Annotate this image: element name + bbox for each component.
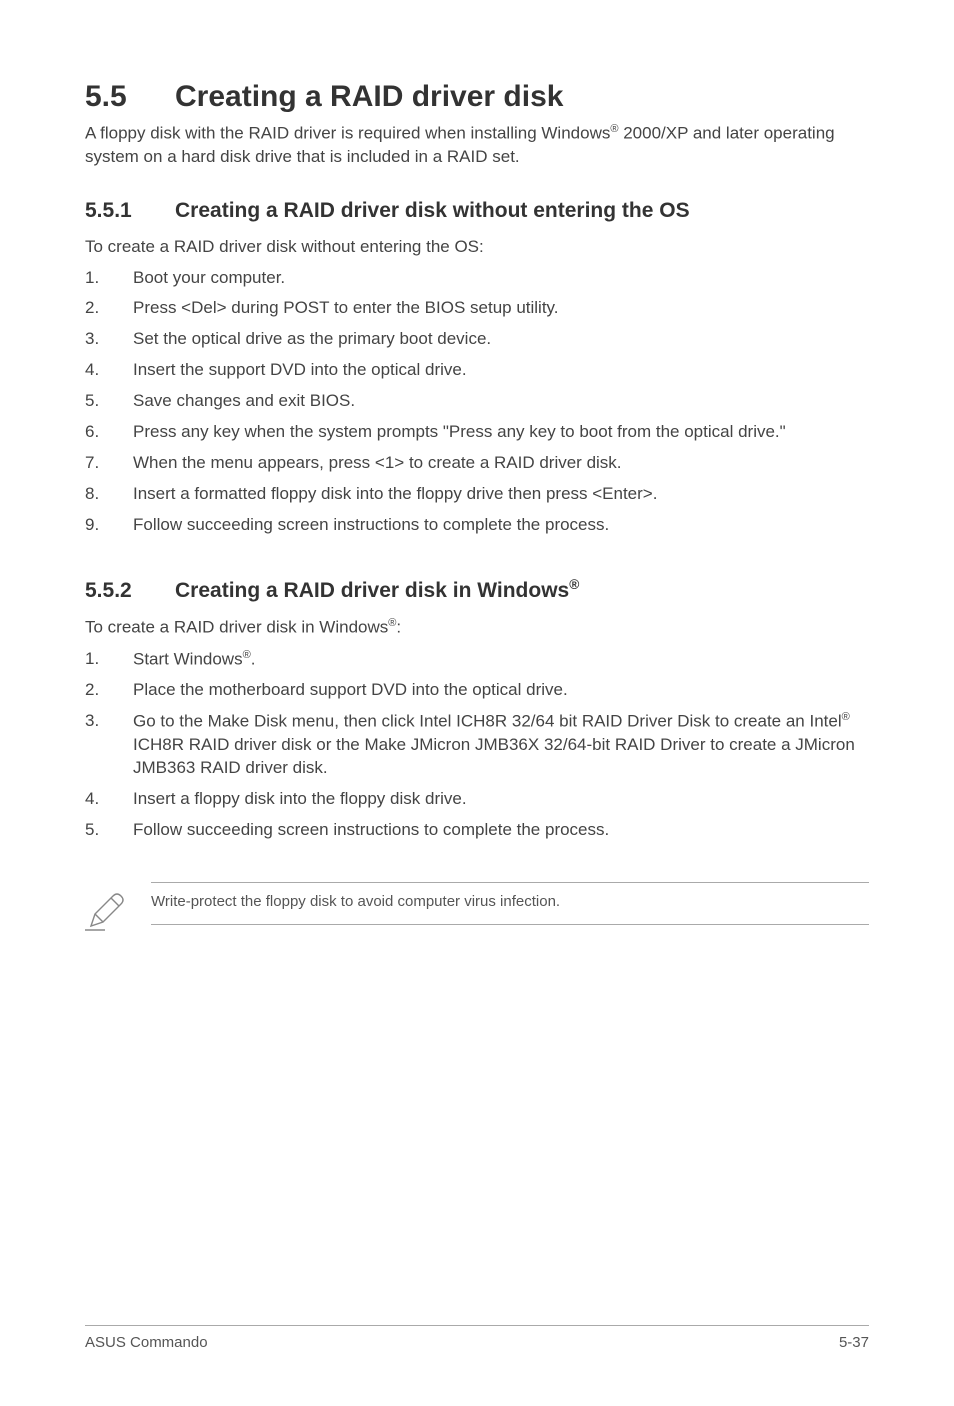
list-item: Press <Del> during POST to enter the BIO… (85, 297, 869, 320)
list-item: Place the motherboard support DVD into t… (85, 679, 869, 702)
subsection-a-steps: Boot your computer. Press <Del> during P… (85, 267, 869, 537)
subsection-a-title: Creating a RAID driver disk without ente… (175, 199, 690, 222)
pencil-icon (85, 882, 129, 937)
list-item: Save changes and exit BIOS. (85, 390, 869, 413)
footer-right: 5-37 (839, 1334, 869, 1351)
list-item: Press any key when the system prompts "P… (85, 421, 869, 444)
page-footer: ASUS Commando 5-37 (85, 1325, 869, 1351)
section-heading: 5.5Creating a RAID driver disk (85, 80, 869, 114)
list-item: When the menu appears, press <1> to crea… (85, 452, 869, 475)
list-item: Insert a floppy disk into the floppy dis… (85, 788, 869, 811)
list-item: Start Windows®. (85, 648, 869, 672)
heading-number: 5.5 (85, 80, 175, 114)
note-text-wrap: Write-protect the floppy disk to avoid c… (151, 882, 869, 925)
list-item: Set the optical drive as the primary boo… (85, 328, 869, 351)
list-item: Follow succeeding screen instructions to… (85, 819, 869, 842)
subsection-b-heading: 5.5.2Creating a RAID driver disk in Wind… (85, 577, 869, 603)
subsection-a-number: 5.5.1 (85, 199, 175, 223)
subsection-a-heading: 5.5.1Creating a RAID driver disk without… (85, 199, 869, 223)
intro-paragraph: A floppy disk with the RAID driver is re… (85, 122, 869, 169)
subsection-b-lead: To create a RAID driver disk in Windows®… (85, 617, 869, 638)
subsection-b-title: Creating a RAID driver disk in Windows® (175, 579, 579, 602)
subsection-b-number: 5.5.2 (85, 579, 175, 603)
list-item: Insert the support DVD into the optical … (85, 359, 869, 382)
subsection-a-lead: To create a RAID driver disk without ent… (85, 237, 869, 257)
note-block: Write-protect the floppy disk to avoid c… (85, 882, 869, 937)
list-item: Follow succeeding screen instructions to… (85, 514, 869, 537)
note-text: Write-protect the floppy disk to avoid c… (151, 893, 869, 910)
list-item: Go to the Make Disk menu, then click Int… (85, 710, 869, 779)
list-item: Boot your computer. (85, 267, 869, 290)
footer-left: ASUS Commando (85, 1334, 208, 1351)
list-item: Insert a formatted floppy disk into the … (85, 483, 869, 506)
heading-text: Creating a RAID driver disk (175, 80, 563, 113)
subsection-b-steps: Start Windows®. Place the motherboard su… (85, 648, 869, 842)
